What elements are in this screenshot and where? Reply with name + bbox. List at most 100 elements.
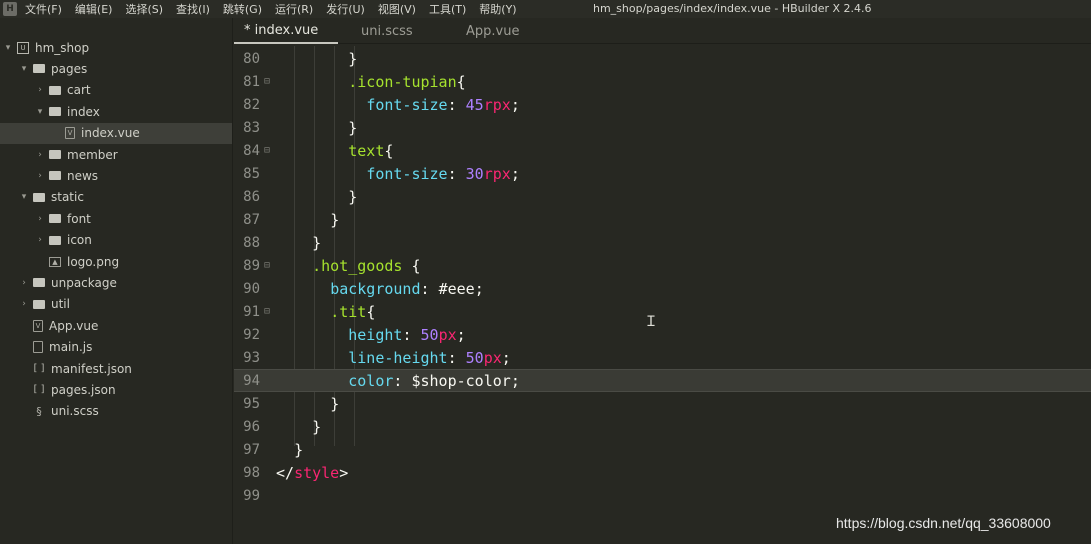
code-line[interactable]: 95 } <box>234 392 1091 415</box>
line-number: 84 <box>243 142 260 159</box>
tree-item-app-vue[interactable]: V App.vue <box>0 315 232 336</box>
chevron-right-icon[interactable]: › <box>35 171 45 181</box>
chevron-down-icon[interactable]: ▾ <box>35 107 45 117</box>
tree-item-label: pages.json <box>51 382 116 397</box>
tree-item-hm-shop[interactable]: ▾ Uhm_shop <box>0 37 232 58</box>
tab-index-vue[interactable]: * index.vue <box>234 18 338 44</box>
code-line[interactable]: 94 color: $shop-color; <box>234 369 1091 392</box>
tree-item-member[interactable]: › member <box>0 144 232 165</box>
code-token: : <box>447 164 466 183</box>
code-text: color: $shop-color; <box>276 372 520 390</box>
tree-item-pages[interactable]: ▾ pages <box>0 58 232 79</box>
menu-file[interactable]: 文件(F) <box>25 1 62 17</box>
menu-edit[interactable]: 编辑(E) <box>75 1 113 17</box>
tab-app-vue[interactable]: App.vue <box>456 18 529 44</box>
code-line[interactable]: 87 } <box>234 208 1091 231</box>
line-number: 94 <box>243 372 260 389</box>
code-line[interactable]: 93 line-height: 50px; <box>234 346 1091 369</box>
tree-item-index[interactable]: ▾ index <box>0 101 232 122</box>
code-line[interactable]: 99 <box>234 484 1091 507</box>
tree-item-unpackage[interactable]: › unpackage <box>0 272 232 293</box>
folder-icon <box>49 170 61 181</box>
menu-view[interactable]: 视图(V) <box>378 1 416 17</box>
chevron-right-icon[interactable]: › <box>35 85 45 95</box>
code-line[interactable]: 82 font-size: 45rpx; <box>234 93 1091 116</box>
code-line[interactable]: 92 height: 50px; <box>234 323 1091 346</box>
code-token: color <box>348 371 394 390</box>
tree-item-index-vue[interactable]: Vindex.vue <box>0 122 232 144</box>
tree-item-font[interactable]: › font <box>0 208 232 229</box>
line-number: 97 <box>243 441 260 458</box>
tab-uni-scss[interactable]: uni.scss <box>351 18 423 44</box>
fold-toggle-icon[interactable]: ⊟ <box>260 145 274 156</box>
line-number: 89 <box>243 257 260 274</box>
menu-find[interactable]: 查找(I) <box>176 1 210 17</box>
code-line[interactable]: 98 </style> <box>234 461 1091 484</box>
tree-item-label: hm_shop <box>35 40 90 55</box>
chevron-down-icon[interactable]: ▾ <box>19 64 29 74</box>
tree-item-uni-scss[interactable]: § uni.scss <box>0 401 232 422</box>
menu-goto[interactable]: 跳转(G) <box>223 1 262 17</box>
code-line[interactable]: 97 } <box>234 438 1091 461</box>
tree-item-manifest-json[interactable]: [ ] manifest.json <box>0 358 232 379</box>
chevron-right-icon[interactable]: › <box>35 214 45 224</box>
fold-toggle-icon[interactable]: ⊟ <box>260 260 274 271</box>
chevron-down-icon[interactable]: ▾ <box>3 43 13 53</box>
tree-item-cart[interactable]: › cart <box>0 80 232 101</box>
fold-toggle-icon[interactable]: ⊟ <box>260 306 274 317</box>
tree-item-pages-json[interactable]: [ ] pages.json <box>0 379 232 400</box>
code-text: background: #eee; <box>276 280 484 298</box>
code-line[interactable]: 90 background: #eee; <box>234 277 1091 300</box>
menu-tools[interactable]: 工具(T) <box>429 1 466 17</box>
fold-toggle-icon[interactable]: ⊟ <box>260 76 274 87</box>
code-line[interactable]: 91 ⊟ .tit{ <box>234 300 1091 323</box>
code-line[interactable]: 88 } <box>234 231 1091 254</box>
code-line[interactable]: 86 } <box>234 185 1091 208</box>
code-token: { <box>366 302 376 321</box>
code-text: text{ <box>276 142 393 160</box>
menu-publish[interactable]: 发行(U) <box>326 1 365 17</box>
tree-item-icon[interactable]: › icon <box>0 230 232 251</box>
tree-item-logo-png[interactable]: ▲ logo.png <box>0 251 232 272</box>
tree-item-news[interactable]: › news <box>0 165 232 186</box>
chevron-right-icon[interactable]: › <box>19 278 29 288</box>
code-token: .icon-tupian <box>348 72 457 91</box>
line-number: 91 <box>243 303 260 320</box>
code-text: .hot_goods { <box>276 257 420 275</box>
chevron-right-icon[interactable]: › <box>35 150 45 160</box>
tree-item-label: news <box>67 168 99 183</box>
chevron-down-icon[interactable]: ▾ <box>19 192 29 202</box>
line-number: 98 <box>243 464 260 481</box>
folder-icon <box>49 213 61 224</box>
code-line[interactable]: 85 font-size: 30rpx; <box>234 162 1091 185</box>
tree-item-main-js[interactable]: main.js <box>0 337 232 358</box>
image-file-icon: ▲ <box>49 256 61 267</box>
code-token: style <box>294 463 340 482</box>
code-text: } <box>276 395 339 413</box>
code-token: } <box>312 233 322 252</box>
code-token: font-size <box>366 164 448 183</box>
code-line[interactable]: 84 ⊟ text{ <box>234 139 1091 162</box>
line-number: 82 <box>243 96 260 113</box>
chevron-right-icon[interactable]: › <box>19 299 29 309</box>
code-text: font-size: 30rpx; <box>276 165 520 183</box>
code-line[interactable]: 83 } <box>234 116 1091 139</box>
code-token: ; <box>510 371 520 390</box>
menu-help[interactable]: 帮助(Y) <box>479 1 516 17</box>
menu-run[interactable]: 运行(R) <box>275 1 313 17</box>
tree-item-util[interactable]: › util <box>0 294 232 315</box>
editor-tab-bar: * index.vue uni.scss App.vue <box>234 18 1091 44</box>
folder-icon <box>49 106 61 117</box>
code-line[interactable]: 96 } <box>234 415 1091 438</box>
code-editor[interactable]: 80 } 81 ⊟ .icon-tupian{82 font-size: 45rpx… <box>234 46 1091 544</box>
code-line[interactable]: 81 ⊟ .icon-tupian{ <box>234 70 1091 93</box>
code-line[interactable]: 80 } <box>234 47 1091 70</box>
tree-item-static[interactable]: ▾ static <box>0 187 232 208</box>
menu-select[interactable]: 选择(S) <box>125 1 163 17</box>
chevron-right-icon[interactable]: › <box>35 235 45 245</box>
code-line[interactable]: 89 ⊟ .hot_goods { <box>234 254 1091 277</box>
